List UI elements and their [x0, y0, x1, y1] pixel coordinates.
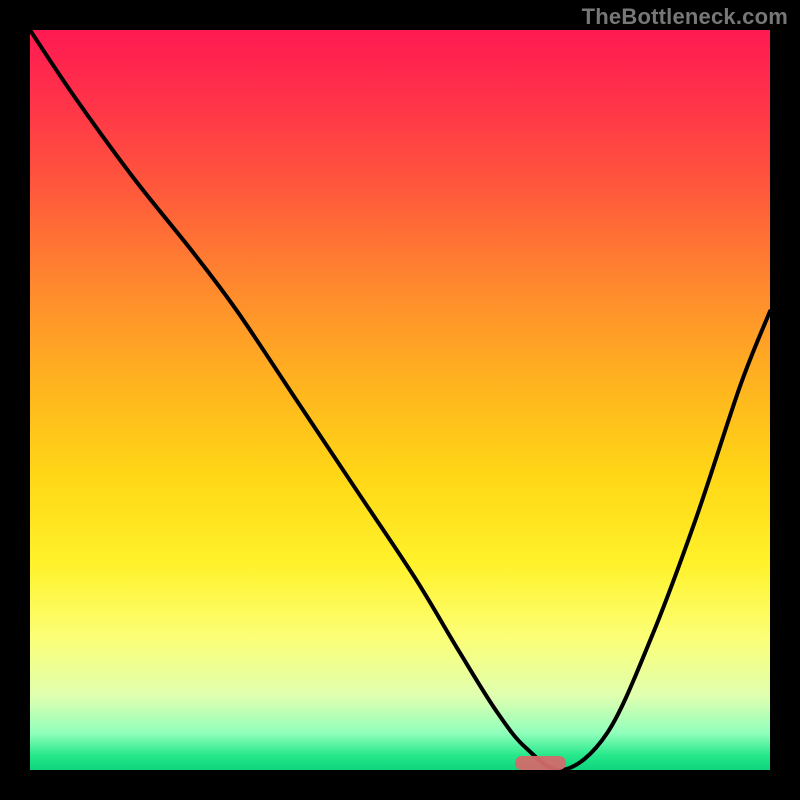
- bottleneck-curve: [30, 30, 770, 770]
- watermark-text: TheBottleneck.com: [582, 4, 788, 30]
- chart-frame: TheBottleneck.com: [0, 0, 800, 800]
- plot-area: [30, 30, 770, 770]
- curve-overlay: [30, 30, 770, 770]
- optimal-range-marker: [515, 756, 567, 770]
